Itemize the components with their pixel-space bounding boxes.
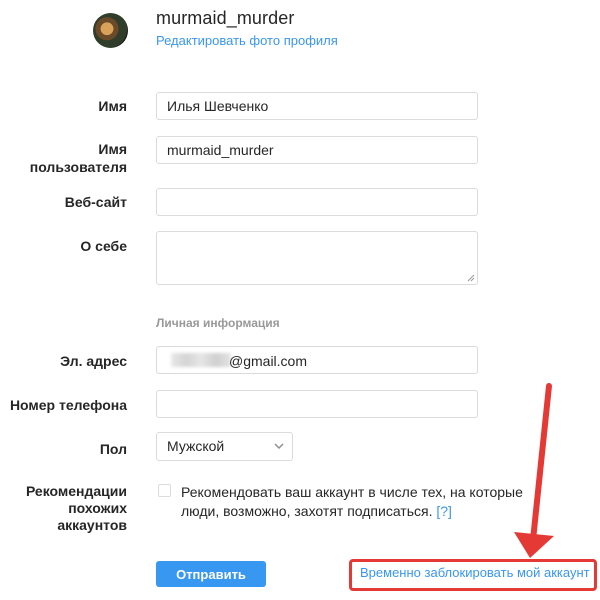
email-label: Эл. адрес <box>60 353 127 369</box>
edit-profile-photo-link[interactable]: Редактировать фото профиля <box>156 33 338 48</box>
username-label-line2: пользователя <box>29 159 127 175</box>
gender-select[interactable]: Мужской <box>156 432 293 461</box>
email-redacted-blur <box>171 353 231 367</box>
personal-info-heading: Личная информация <box>156 316 280 330</box>
gender-label: Пол <box>99 441 127 457</box>
annotation-highlight-box <box>349 559 597 591</box>
recommend-label-line3: аккаунтов <box>57 517 127 533</box>
website-input[interactable] <box>156 188 478 216</box>
annotation-arrow-icon <box>514 383 554 558</box>
email-visible-suffix: @gmail.com <box>229 353 308 369</box>
username-label: Имя пользователя <box>0 140 127 176</box>
bio-label: О себе <box>80 238 127 254</box>
recommend-text-line1: Рекомендовать ваш аккаунт в числе тех, н… <box>181 484 523 500</box>
recommend-help-link[interactable]: [?] <box>436 503 452 519</box>
profile-username: murmaid_murder <box>156 8 295 28</box>
submit-button[interactable]: Отправить <box>156 561 266 587</box>
name-input[interactable]: Илья Шевченко <box>156 92 478 120</box>
recommend-label-line2: похожих <box>68 500 127 516</box>
chevron-down-icon <box>274 443 284 450</box>
recommend-label: Рекомендации похожих аккаунтов <box>0 483 127 534</box>
recommend-label-line1: Рекомендации <box>25 483 127 499</box>
username-input[interactable]: murmaid_murder <box>156 136 478 164</box>
username-label-line1: Имя <box>98 141 127 157</box>
phone-label: Номер телефона <box>9 397 127 413</box>
gender-selected-value: Мужской <box>167 438 225 454</box>
phone-input[interactable] <box>156 390 478 418</box>
recommend-description: Рекомендовать ваш аккаунт в числе тех, н… <box>181 483 541 521</box>
website-label: Веб-сайт <box>64 194 127 210</box>
avatar <box>93 13 128 48</box>
recommend-checkbox[interactable] <box>158 484 171 497</box>
bio-textarea[interactable] <box>156 231 478 285</box>
name-label: Имя <box>98 98 127 114</box>
recommend-text-line2: люди, возможно, захотят подписаться. <box>181 503 433 519</box>
resize-grip-icon[interactable] <box>467 274 475 282</box>
